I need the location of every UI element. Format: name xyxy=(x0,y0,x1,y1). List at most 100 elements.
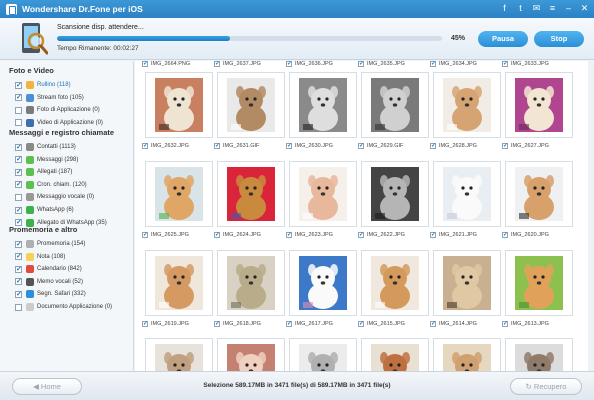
minimize-icon[interactable]: – xyxy=(562,2,575,15)
category-checkbox[interactable] xyxy=(15,168,22,176)
photo-checkbox[interactable] xyxy=(142,61,148,67)
photo-thumbnail[interactable] xyxy=(433,250,501,316)
sidebar-item[interactable]: Messaggio vocale (0) xyxy=(15,192,94,202)
photo-thumbnail[interactable] xyxy=(433,338,501,371)
photo-label[interactable]: IMG_2622.JPG xyxy=(358,230,405,239)
photo-label[interactable]: IMG_2664.PNG xyxy=(142,61,190,68)
category-checkbox[interactable] xyxy=(15,290,22,298)
photo-label[interactable]: IMG_2615.JPG xyxy=(358,319,405,328)
photo-thumbnail[interactable] xyxy=(361,250,429,316)
photo-checkbox[interactable] xyxy=(214,320,220,327)
category-checkbox[interactable] xyxy=(15,143,22,151)
photo-label[interactable]: IMG_2636.JPG xyxy=(286,61,333,68)
close-icon[interactable]: ✕ xyxy=(578,2,591,15)
sidebar-item[interactable]: Calendario (842) xyxy=(15,264,82,274)
photo-label[interactable]: IMG_2631.GIF xyxy=(214,141,259,150)
photo-thumbnail[interactable] xyxy=(217,250,285,316)
twitter-icon[interactable]: t xyxy=(514,2,527,15)
sidebar-item[interactable]: Documento Applicazione (0) xyxy=(15,302,112,312)
photo-label[interactable]: IMG_2633.JPG xyxy=(502,61,549,68)
photo-checkbox[interactable] xyxy=(214,61,220,67)
photo-thumbnail[interactable] xyxy=(289,338,357,371)
photo-thumbnail[interactable] xyxy=(217,72,285,138)
photo-thumbnail[interactable] xyxy=(289,72,357,138)
sidebar-item[interactable]: Segn. Safari (332) xyxy=(15,289,86,299)
category-checkbox[interactable] xyxy=(15,119,22,127)
photo-thumbnail[interactable] xyxy=(361,72,429,138)
category-checkbox[interactable] xyxy=(15,155,22,164)
photo-thumbnail[interactable] xyxy=(361,161,429,227)
photo-label[interactable]: IMG_2619.JPG xyxy=(142,319,189,328)
recover-button[interactable]: ↻ Recupero xyxy=(510,378,582,395)
photo-checkbox[interactable] xyxy=(502,61,508,67)
grid-scrollbar[interactable] xyxy=(588,61,594,371)
photo-label[interactable]: IMG_2630.JPG xyxy=(286,141,333,150)
pause-button[interactable]: Pausa xyxy=(478,31,528,47)
photo-checkbox[interactable] xyxy=(286,61,292,67)
category-checkbox[interactable] xyxy=(15,240,22,248)
photo-label[interactable]: IMG_2620.JPG xyxy=(502,230,549,239)
photo-label[interactable]: IMG_2635.JPG xyxy=(358,61,405,68)
photo-thumbnail[interactable] xyxy=(289,250,357,316)
photo-checkbox[interactable] xyxy=(430,231,436,238)
photo-thumbnail[interactable] xyxy=(505,161,573,227)
photo-thumbnail[interactable] xyxy=(433,72,501,138)
photo-thumbnail[interactable] xyxy=(505,250,573,316)
category-checkbox[interactable] xyxy=(15,81,22,89)
photo-checkbox[interactable] xyxy=(286,320,292,327)
photo-label[interactable]: IMG_2624.JPG xyxy=(214,230,261,239)
photo-label[interactable]: IMG_2634.JPG xyxy=(430,61,477,68)
photo-thumbnail[interactable] xyxy=(145,72,213,138)
sidebar-item[interactable]: Contatti (1113) xyxy=(15,142,76,152)
photo-checkbox[interactable] xyxy=(286,231,292,238)
photo-checkbox[interactable] xyxy=(214,231,220,238)
photo-checkbox[interactable] xyxy=(214,142,220,149)
photo-label[interactable]: IMG_2629.GIF xyxy=(358,141,403,150)
photo-thumbnail[interactable] xyxy=(145,161,213,227)
photo-checkbox[interactable] xyxy=(358,142,364,149)
photo-checkbox[interactable] xyxy=(502,231,508,238)
photo-label[interactable]: IMG_2632.JPG xyxy=(142,141,189,150)
sidebar-item[interactable]: Stream foto (105) xyxy=(15,93,84,103)
photo-checkbox[interactable] xyxy=(502,320,508,327)
category-checkbox[interactable] xyxy=(15,93,22,102)
category-checkbox[interactable] xyxy=(15,193,22,201)
sidebar-item[interactable]: Nota (108) xyxy=(15,252,65,262)
photo-thumbnail[interactable] xyxy=(217,338,285,371)
category-checkbox[interactable] xyxy=(15,277,22,286)
category-checkbox[interactable] xyxy=(15,265,22,273)
photo-label[interactable]: IMG_2637.JPG xyxy=(214,61,261,68)
photo-checkbox[interactable] xyxy=(142,231,148,238)
photo-thumbnail[interactable] xyxy=(145,338,213,371)
stop-button[interactable]: Stop xyxy=(534,31,584,47)
photo-checkbox[interactable] xyxy=(286,142,292,149)
photo-checkbox[interactable] xyxy=(358,231,364,238)
photo-thumbnail[interactable] xyxy=(289,161,357,227)
sidebar-item[interactable]: WhatsApp (6) xyxy=(15,205,74,215)
photo-label[interactable]: IMG_2621.JPG xyxy=(430,230,477,239)
photo-label[interactable]: IMG_2617.JPG xyxy=(286,319,333,328)
photo-label[interactable]: IMG_2613.JPG xyxy=(502,319,549,328)
feedback-icon[interactable]: ✉ xyxy=(530,2,543,15)
photo-checkbox[interactable] xyxy=(358,320,364,327)
photo-label[interactable]: IMG_2625.JPG xyxy=(142,230,189,239)
sidebar-item[interactable]: Allegati (187) xyxy=(15,167,72,177)
photo-label[interactable]: IMG_2618.JPG xyxy=(214,319,261,328)
photo-thumbnail[interactable] xyxy=(361,338,429,371)
photo-label[interactable]: IMG_2628.JPG xyxy=(430,141,477,150)
photo-label[interactable]: IMG_2623.JPG xyxy=(286,230,333,239)
photo-checkbox[interactable] xyxy=(430,61,436,67)
sidebar-item[interactable]: Video di Applicazione (0) xyxy=(15,118,103,128)
photo-thumbnail[interactable] xyxy=(433,161,501,227)
photo-label[interactable]: IMG_2614.JPG xyxy=(430,319,477,328)
sidebar-item[interactable]: Cron. chiam. (120) xyxy=(15,180,87,190)
category-checkbox[interactable] xyxy=(15,106,22,114)
photo-checkbox[interactable] xyxy=(142,320,148,327)
photo-label[interactable]: IMG_2627.JPG xyxy=(502,141,549,150)
photo-checkbox[interactable] xyxy=(502,142,508,149)
category-checkbox[interactable] xyxy=(15,180,22,189)
facebook-icon[interactable]: f xyxy=(498,2,511,15)
sidebar-item[interactable]: Promemoria (154) xyxy=(15,239,85,249)
photo-checkbox[interactable] xyxy=(430,142,436,149)
photo-checkbox[interactable] xyxy=(142,142,148,149)
